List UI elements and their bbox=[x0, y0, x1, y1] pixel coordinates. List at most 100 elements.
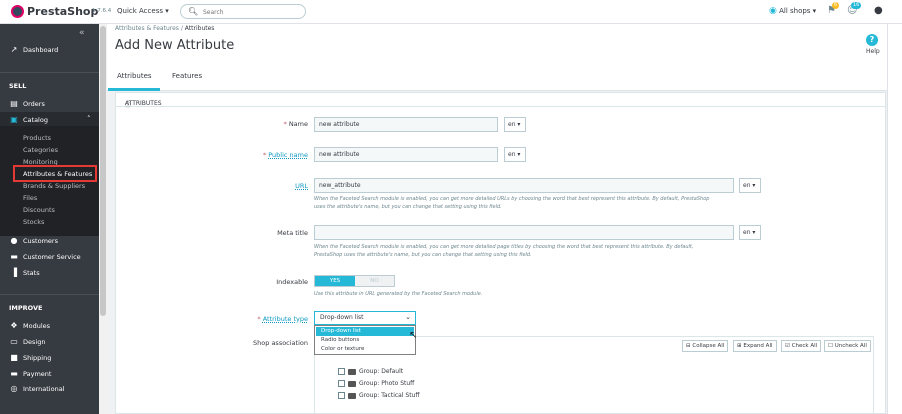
search-icon[interactable]: 🔍︎ bbox=[188, 7, 198, 16]
cart-icon: ▤ bbox=[10, 99, 18, 108]
sidebar-subitem-stocks[interactable]: Stocks bbox=[23, 218, 44, 226]
name-lang-dropdown[interactable]: en ▾ bbox=[504, 117, 526, 132]
tree-item[interactable]: Group: Default bbox=[338, 368, 403, 375]
collapse-sidebar-icon[interactable]: « bbox=[79, 28, 85, 38]
search-input[interactable] bbox=[203, 7, 299, 17]
sidebar-item-label: Dashboard bbox=[23, 45, 59, 54]
sidebar-item-payment[interactable]: ▬ Payment bbox=[9, 369, 51, 378]
url-help-text: When the Faceted Search module is enable… bbox=[314, 196, 710, 210]
option-drop-down-list[interactable]: Drop-down list bbox=[316, 327, 414, 336]
sidebar-item-dashboard[interactable]: ↗ Dashboard bbox=[9, 45, 59, 54]
tab-attributes[interactable]: Attributes bbox=[117, 72, 152, 80]
name-field[interactable]: new attribute bbox=[314, 117, 498, 132]
sidebar-subitem-files[interactable]: Files bbox=[23, 194, 37, 202]
sidebar-item-orders[interactable]: ▤ Orders bbox=[9, 99, 45, 108]
puzzle-icon: ❖ bbox=[10, 321, 18, 330]
tab-bar bbox=[107, 64, 887, 91]
uncheck-all-button[interactable]: ☐ Uncheck All bbox=[824, 340, 871, 352]
help-icon: ? bbox=[866, 34, 878, 46]
sidebar-subitem-brands-suppliers[interactable]: Brands & Suppliers bbox=[23, 182, 85, 190]
sidebar-item-design[interactable]: ▭ Design bbox=[9, 337, 45, 346]
user-avatar-icon[interactable]: ● bbox=[874, 5, 883, 16]
globe-icon: ◎ bbox=[10, 384, 18, 393]
chevron-up-icon: ˄ bbox=[87, 115, 91, 123]
sidebar: « ↗ Dashboard SELL ▤ Orders ▣ Catalog ˄ Pro… bbox=[0, 24, 99, 414]
meta-title-field[interactable] bbox=[314, 225, 734, 240]
attribute-type-select[interactable]: Drop-down list ⌄ bbox=[314, 311, 416, 325]
checkbox[interactable] bbox=[338, 380, 345, 387]
help-label: Help bbox=[866, 48, 880, 55]
logo-text[interactable]: PrestaShop bbox=[27, 5, 98, 18]
collapse-all-button[interactable]: ⊟ Collapse All bbox=[682, 340, 729, 352]
option-radio-buttons[interactable]: Radio buttons bbox=[316, 336, 414, 345]
option-color-texture[interactable]: Color or texture bbox=[316, 345, 414, 354]
sidebar-item-label: Design bbox=[23, 337, 46, 346]
indexable-label: Indexable bbox=[276, 278, 308, 286]
checkbox[interactable] bbox=[338, 392, 345, 399]
eye-icon: ◉ bbox=[769, 6, 777, 16]
sidebar-subitem-products[interactable]: Products bbox=[23, 134, 51, 142]
page-title: Add New Attribute bbox=[115, 38, 235, 53]
help-button[interactable]: ? Help bbox=[866, 34, 880, 55]
tab-features[interactable]: Features bbox=[172, 72, 202, 80]
indexable-no[interactable]: NO bbox=[355, 276, 394, 286]
indexable-toggle[interactable]: YES NO bbox=[314, 275, 395, 287]
url-label: URL bbox=[295, 182, 308, 190]
highlight-box bbox=[13, 165, 97, 182]
sidebar-subitem-categories[interactable]: Categories bbox=[23, 146, 58, 154]
catalog-icon: ▣ bbox=[10, 115, 18, 124]
folder-icon bbox=[348, 392, 356, 399]
indexable-yes[interactable]: YES bbox=[315, 276, 355, 286]
sidebar-item-label: Shipping bbox=[23, 353, 52, 362]
shop-association-label: Shop association bbox=[253, 339, 308, 347]
meta-title-lang-dropdown[interactable]: en ▾ bbox=[739, 225, 761, 240]
expand-all-button[interactable]: ⊞ Expand All bbox=[733, 340, 777, 352]
chat-icon: ▬ bbox=[10, 252, 18, 261]
page-scrollbar[interactable] bbox=[887, 24, 902, 414]
quick-access-button[interactable]: Quick Access ▾ bbox=[117, 7, 169, 15]
sidebar-item-shipping[interactable]: ■ Shipping bbox=[9, 353, 51, 362]
shop-selector[interactable]: ◉ All shops ▾ bbox=[769, 6, 816, 16]
chart-icon: ▐ bbox=[10, 268, 18, 277]
public-name-field[interactable]: new attribute bbox=[314, 147, 498, 162]
breadcrumb: Attributes & Features / Attributes bbox=[115, 25, 214, 32]
sidebar-subitem-discounts[interactable]: Discounts bbox=[23, 206, 55, 214]
check-all-button[interactable]: ☑ Check All bbox=[781, 340, 822, 352]
truck-icon: ■ bbox=[10, 353, 18, 362]
sidebar-item-label: Customers bbox=[23, 236, 58, 245]
sidebar-item-customer-service[interactable]: ▬ Customer Service bbox=[9, 252, 80, 261]
version-label: 1.7.6.4 bbox=[92, 8, 112, 14]
orders-badge: 6 bbox=[832, 2, 840, 9]
divider bbox=[0, 294, 99, 295]
prestashop-logo-icon[interactable] bbox=[11, 5, 24, 18]
sidebar-item-catalog[interactable]: ▣ Catalog bbox=[9, 115, 48, 124]
sidebar-item-label: Modules bbox=[23, 321, 51, 330]
breadcrumb-current: Attributes bbox=[184, 25, 215, 32]
sidebar-item-stats[interactable]: ▐ Stats bbox=[9, 268, 40, 277]
checkbox[interactable] bbox=[338, 368, 345, 375]
public-name-label: * Public name bbox=[262, 151, 308, 159]
panel-title: ATTRIBUTES bbox=[125, 100, 162, 107]
sidebar-item-label: Stats bbox=[23, 268, 40, 277]
search-box[interactable]: 🔍︎ bbox=[180, 4, 306, 19]
public-name-lang-dropdown[interactable]: en ▾ bbox=[504, 147, 526, 162]
sidebar-item-modules[interactable]: ❖ Modules bbox=[9, 321, 50, 330]
url-field[interactable]: new_attribute bbox=[314, 178, 734, 193]
account-icon: ● bbox=[10, 236, 18, 245]
sidebar-scrollbar-thumb[interactable] bbox=[100, 26, 106, 316]
indexable-help-text: Use this attribute in URL generated by t… bbox=[314, 291, 483, 297]
tree-item[interactable]: Group: Tactical Stuff bbox=[338, 392, 420, 399]
sidebar-item-customers[interactable]: ● Customers bbox=[9, 236, 58, 245]
url-lang-dropdown[interactable]: en ▾ bbox=[739, 178, 761, 193]
credit-card-icon: ▬ bbox=[10, 369, 18, 378]
meta-title-label: Meta title bbox=[277, 229, 308, 237]
sidebar-item-label: Orders bbox=[23, 99, 45, 108]
desktop-icon: ▭ bbox=[10, 337, 18, 346]
breadcrumb-link[interactable]: Attributes & Features bbox=[115, 25, 179, 32]
customers-badge: 16 bbox=[851, 2, 862, 9]
sidebar-item-international[interactable]: ◎ International bbox=[9, 384, 65, 393]
tree-item[interactable]: Group: Photo Stuff bbox=[338, 380, 414, 387]
trending-icon: ↗ bbox=[10, 45, 18, 54]
sidebar-item-label: Catalog bbox=[23, 115, 48, 124]
sidebar-section-sell: SELL bbox=[9, 82, 27, 90]
